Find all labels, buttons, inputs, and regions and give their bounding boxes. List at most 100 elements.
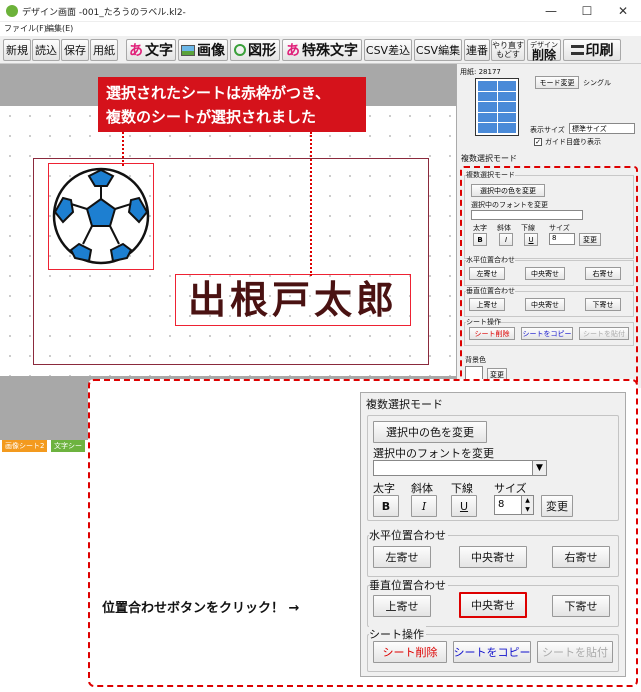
special-text-icon: あ	[286, 43, 300, 59]
align-top-button-small[interactable]: 上寄せ	[469, 298, 505, 311]
italic-button[interactable]: I	[411, 495, 437, 517]
change-font-label: 選択中のフォントを変更	[373, 447, 494, 460]
sheet-copy-button-small[interactable]: シートをコピー	[521, 327, 573, 340]
size-stepper[interactable]: 8 ▲ ▼	[494, 495, 534, 515]
csv-insert-button[interactable]: CSV差込	[364, 39, 412, 61]
delete-label: 削除	[531, 48, 556, 62]
tab-text-sheet[interactable]: 文字シー	[51, 440, 85, 452]
callout-line-1: 選択されたシートは赤枠がつき、	[106, 84, 330, 102]
mode-change-button[interactable]: モード変更	[535, 76, 579, 89]
size-stepper-small[interactable]: 8	[549, 233, 575, 245]
label-layout-preview	[475, 78, 519, 136]
close-button[interactable]: ✕	[605, 0, 641, 22]
align-center-button-small[interactable]: 中央寄せ	[525, 267, 565, 280]
change-color-button-small[interactable]: 選択中の色を変更	[471, 184, 545, 197]
hiragana-a-icon: あ	[129, 43, 143, 59]
guide-checkbox[interactable]: ✓	[534, 138, 542, 146]
picture-icon	[181, 44, 195, 56]
menu-file[interactable]: ファイル(F)	[4, 23, 47, 34]
tab-image-sheet[interactable]: 画像シート2	[2, 440, 48, 452]
guide-checkbox-label: ガイド目盛り表示	[545, 138, 601, 146]
size-label-small: サイズ	[549, 224, 570, 232]
sheet-delete-button-small[interactable]: シート削除	[469, 327, 515, 340]
italic-button-small[interactable]: I	[499, 233, 513, 246]
mode-value: シングル	[583, 79, 611, 87]
v-align-label-small: 垂直位置合わせ	[466, 286, 515, 296]
callout-pointer-text	[310, 132, 312, 276]
change-font-label-small: 選択中のフォントを変更	[471, 201, 548, 209]
new-button[interactable]: 新規	[3, 39, 31, 61]
instruction-text: 位置合わせボタンをクリック！ →	[102, 601, 300, 616]
bg-color-label: 背景色	[465, 356, 486, 364]
underline-button[interactable]: U	[451, 495, 477, 517]
align-top-button[interactable]: 上寄せ	[373, 595, 431, 617]
paper-button[interactable]: 用紙	[90, 39, 118, 61]
sheet-paste-button[interactable]: シートを貼付	[537, 641, 613, 663]
save-button[interactable]: 保存	[61, 39, 89, 61]
sheet-ops-label: シート操作	[369, 626, 426, 642]
design-delete-button[interactable]: デザイン 削除	[527, 39, 561, 61]
special-text-button[interactable]: あ 特殊文字	[282, 39, 362, 61]
align-center-button[interactable]: 中央寄せ	[459, 546, 527, 568]
h-align-label: 水平位置合わせ	[369, 527, 448, 543]
sheet-paste-button-small[interactable]: シートを貼付	[579, 327, 629, 340]
shape-button[interactable]: 図形	[230, 39, 280, 61]
csv-edit-button[interactable]: CSV編集	[414, 39, 462, 61]
underline-label: 下線	[451, 482, 473, 495]
printer-icon	[570, 45, 584, 55]
multi-select-header: 複数選択モード	[461, 154, 517, 163]
font-select-small[interactable]	[471, 210, 583, 220]
sheet-ops-label-small: シート操作	[466, 317, 501, 327]
redo-undo-button[interactable]: やり直す もどす	[491, 39, 525, 61]
series-button[interactable]: 連番	[464, 39, 490, 61]
align-bottom-button-small[interactable]: 下寄せ	[585, 298, 621, 311]
maximize-button[interactable]: ☐	[569, 0, 605, 22]
stepper-arrows-icon[interactable]: ▲ ▼	[521, 496, 533, 514]
bold-button-small[interactable]: B	[473, 233, 487, 246]
align-middle-button-small[interactable]: 中央寄せ	[525, 298, 565, 311]
app-icon	[6, 5, 18, 17]
text-button[interactable]: あ 文字	[126, 39, 176, 61]
display-size-label: 表示サイズ	[530, 126, 565, 134]
image-sheet-selected[interactable]	[48, 163, 154, 270]
soccer-ball-icon	[52, 167, 150, 265]
image-button-label: 画像	[197, 43, 225, 59]
align-bottom-button[interactable]: 下寄せ	[552, 595, 610, 617]
align-right-button[interactable]: 右寄せ	[552, 546, 610, 568]
print-button[interactable]: 印刷	[563, 39, 621, 61]
font-select[interactable]: ▼	[373, 460, 547, 476]
size-label: サイズ	[494, 482, 527, 495]
align-right-button-small[interactable]: 右寄せ	[585, 267, 621, 280]
align-left-button-small[interactable]: 左寄せ	[469, 267, 505, 280]
undo-label: もどす	[496, 50, 520, 59]
image-button[interactable]: 画像	[178, 39, 228, 61]
bg-color-swatch[interactable]	[465, 366, 483, 380]
display-size-value: 標準サイズ	[572, 125, 607, 133]
menu-bar: ファイル(F) 編集(E)	[0, 22, 641, 36]
align-left-button[interactable]: 左寄せ	[373, 546, 431, 568]
callout-line-2: 複数のシートが選択されました	[106, 108, 317, 126]
bold-button[interactable]: B	[373, 495, 399, 517]
size-value-small: 8	[552, 234, 557, 242]
underline-label-small: 下線	[521, 224, 535, 232]
h-align-label-small: 水平位置合わせ	[466, 255, 515, 265]
minimize-button[interactable]: —	[533, 0, 569, 22]
zoom-mode-label: 複数選択モード	[366, 398, 443, 411]
sheet-delete-button[interactable]: シート削除	[373, 641, 447, 663]
special-text-label: 特殊文字	[302, 43, 358, 59]
size-value: 8	[498, 499, 505, 510]
chevron-down-icon[interactable]: ▼	[532, 461, 546, 475]
underline-button-small[interactable]: U	[524, 233, 538, 246]
display-size-select[interactable]: 標準サイズ	[569, 123, 635, 134]
change-size-button[interactable]: 変更	[541, 495, 573, 517]
v-align-label: 垂直位置合わせ	[369, 577, 448, 593]
sheet-tabs: 画像シート2 文字シー	[0, 440, 100, 452]
sheet-copy-button[interactable]: シートをコピー	[453, 641, 531, 663]
change-color-button[interactable]: 選択中の色を変更	[373, 421, 487, 443]
side-panel: 用紙: 28177 モード変更 シングル 表示サイズ 標準サイズ ✓ ガイド目盛…	[456, 64, 641, 388]
change-size-button-small[interactable]: 変更	[579, 233, 601, 246]
align-middle-button[interactable]: 中央寄せ	[459, 592, 527, 618]
open-button[interactable]: 読込	[32, 39, 60, 61]
menu-edit[interactable]: 編集(E)	[46, 23, 73, 34]
callout-pointer-image	[122, 132, 124, 166]
